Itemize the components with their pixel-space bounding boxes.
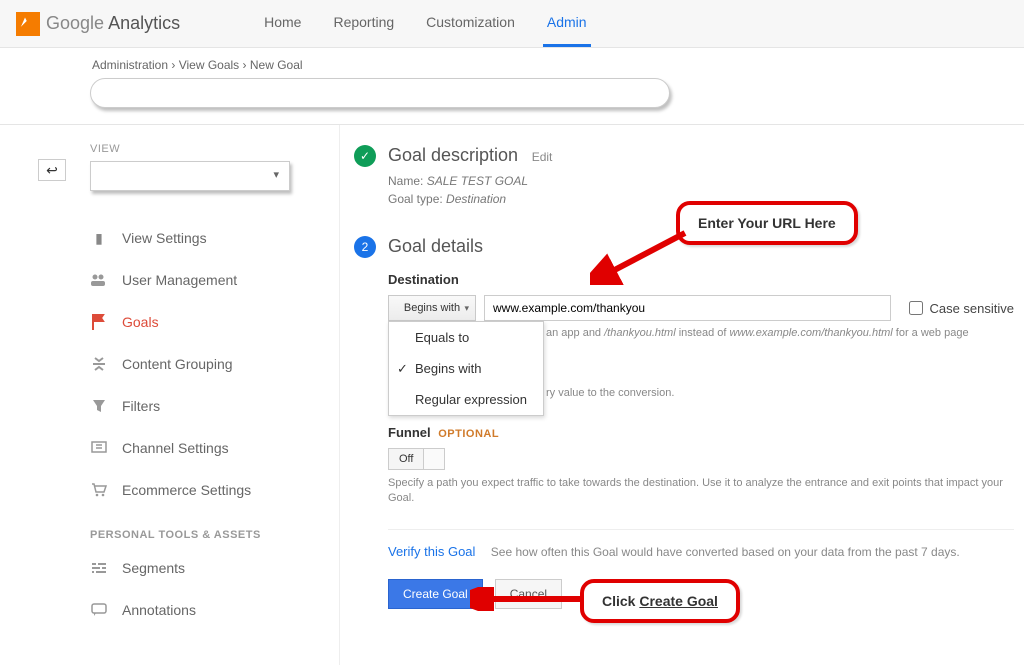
type-label: Goal type: xyxy=(388,192,443,206)
nav-customization[interactable]: Customization xyxy=(422,0,519,47)
verify-goal-link[interactable]: Verify this Goal xyxy=(388,544,475,559)
content: ✓ Goal description Edit Name: SALE TEST … xyxy=(340,125,1024,665)
goal-details-body: Destination Begins with Case sensitive E… xyxy=(388,272,1014,609)
crumb-view-goals[interactable]: View Goals xyxy=(179,58,239,72)
case-sensitive-checkbox[interactable] xyxy=(909,301,923,315)
match-option-begins-with[interactable]: Begins with xyxy=(389,353,543,384)
value-hint: ry value to the conversion. xyxy=(546,387,1014,399)
back-arrow-icon: ↩ xyxy=(46,162,58,179)
sidebar-item-label: Goals xyxy=(122,314,159,330)
destination-url-input[interactable] xyxy=(484,295,891,321)
create-goal-button[interactable]: Create Goal xyxy=(388,579,483,609)
destination-hint: an app and /thankyou.html instead of www… xyxy=(546,327,1014,339)
sidebar-item-goals[interactable]: Goals xyxy=(90,301,323,343)
destination-label: Destination xyxy=(388,272,1014,287)
segments-icon xyxy=(90,559,108,577)
case-sensitive-label: Case sensitive xyxy=(929,301,1014,316)
funnel-icon xyxy=(90,397,108,415)
sidebar-item-ecommerce[interactable]: Ecommerce Settings xyxy=(90,469,323,511)
nav-reporting[interactable]: Reporting xyxy=(329,0,398,47)
verify-row: Verify this Goal See how often this Goal… xyxy=(388,544,1014,559)
match-type-menu: Equals to Begins with Regular expression xyxy=(388,321,544,416)
sidebar-item-label: Channel Settings xyxy=(122,440,229,456)
step-goal-description: ✓ Goal description Edit Name: SALE TEST … xyxy=(354,145,1014,208)
toggle-handle xyxy=(424,449,444,469)
sidebar-item-label: Filters xyxy=(122,398,160,414)
funnel-hint: Specify a path you expect traffic to tak… xyxy=(388,476,1014,507)
sidebar-item-label: User Management xyxy=(122,272,237,288)
sidebar-nav: ▮ View Settings User Management Goals C xyxy=(90,217,323,631)
sub-header: Administration › View Goals › New Goal xyxy=(0,48,1024,114)
sidebar-item-channel-settings[interactable]: Channel Settings xyxy=(90,427,323,469)
sidebar-item-view-settings[interactable]: ▮ View Settings xyxy=(90,217,323,259)
ga-logo-icon xyxy=(16,12,40,36)
back-button[interactable]: ↩ xyxy=(38,159,66,181)
match-type-dropdown[interactable]: Begins with xyxy=(388,295,476,321)
step1-meta: Name: SALE TEST GOAL Goal type: Destinat… xyxy=(388,172,552,208)
sidebar-item-annotations[interactable]: Annotations xyxy=(90,589,323,631)
goal-name-value: SALE TEST GOAL xyxy=(427,174,528,188)
nav-home[interactable]: Home xyxy=(260,0,305,47)
primary-nav: Home Reporting Customization Admin xyxy=(260,0,590,47)
verify-text: See how often this Goal would have conve… xyxy=(491,545,960,559)
view-heading: VIEW xyxy=(90,143,323,155)
logo-analytics: Analytics xyxy=(108,13,180,33)
flag-icon xyxy=(90,313,108,331)
separator xyxy=(388,529,1014,530)
sidebar-item-filters[interactable]: Filters xyxy=(90,385,323,427)
sidebar-item-label: Segments xyxy=(122,560,185,576)
callout-click-create: Click Create Goal xyxy=(580,579,740,623)
sidebar: ↩ VIEW ▮ View Settings User Management G… xyxy=(0,125,340,665)
match-selected-label: Begins with xyxy=(404,302,460,314)
breadcrumb: Administration › View Goals › New Goal xyxy=(90,58,934,72)
step1-title: Goal description xyxy=(388,145,518,165)
optional-tag: OPTIONAL xyxy=(438,428,499,440)
edit-link[interactable]: Edit xyxy=(532,150,553,164)
sidebar-item-label: Ecommerce Settings xyxy=(122,482,251,498)
sidebar-item-label: View Settings xyxy=(122,230,207,246)
search-input[interactable] xyxy=(90,78,670,108)
view-dropdown[interactable] xyxy=(90,161,290,191)
funnel-toggle[interactable]: Off xyxy=(388,448,445,470)
group-icon xyxy=(90,355,108,373)
step2-title: Goal details xyxy=(388,236,483,257)
annotations-icon xyxy=(90,601,108,619)
crumb-admin[interactable]: Administration xyxy=(92,58,168,72)
sidebar-item-content-grouping[interactable]: Content Grouping xyxy=(90,343,323,385)
logo-text: Google Analytics xyxy=(46,13,180,34)
case-sensitive-option[interactable]: Case sensitive xyxy=(909,301,1014,316)
sidebar-item-label: Content Grouping xyxy=(122,356,233,372)
step-number-icon: 2 xyxy=(354,236,376,258)
view-section: VIEW xyxy=(90,143,323,191)
goal-type-value: Destination xyxy=(446,192,506,206)
sidebar-item-user-management[interactable]: User Management xyxy=(90,259,323,301)
sidebar-item-segments[interactable]: Segments xyxy=(90,547,323,589)
cancel-button[interactable]: Cancel xyxy=(495,579,562,609)
callout-enter-url: Enter Your URL Here xyxy=(676,201,858,245)
main: ↩ VIEW ▮ View Settings User Management G… xyxy=(0,125,1024,665)
logo: Google Analytics xyxy=(16,12,180,36)
channel-icon xyxy=(90,439,108,457)
logo-google: Google xyxy=(46,13,104,33)
sidebar-item-label: Annotations xyxy=(122,602,196,618)
file-icon: ▮ xyxy=(90,229,108,247)
funnel-label: Funnel OPTIONAL xyxy=(388,425,1014,440)
check-icon: ✓ xyxy=(354,145,376,167)
toggle-off-label: Off xyxy=(389,449,424,469)
top-header: Google Analytics Home Reporting Customiz… xyxy=(0,0,1024,48)
nav-admin[interactable]: Admin xyxy=(543,0,591,47)
sidebar-section-heading: PERSONAL TOOLS & ASSETS xyxy=(90,529,323,541)
name-label: Name: xyxy=(388,174,423,188)
crumb-new-goal: New Goal xyxy=(250,58,303,72)
destination-row: Begins with Case sensitive Equals to Beg… xyxy=(388,295,1014,321)
users-icon xyxy=(90,271,108,289)
match-option-regex[interactable]: Regular expression xyxy=(389,384,543,415)
match-option-equals[interactable]: Equals to xyxy=(389,322,543,353)
cart-icon xyxy=(90,481,108,499)
